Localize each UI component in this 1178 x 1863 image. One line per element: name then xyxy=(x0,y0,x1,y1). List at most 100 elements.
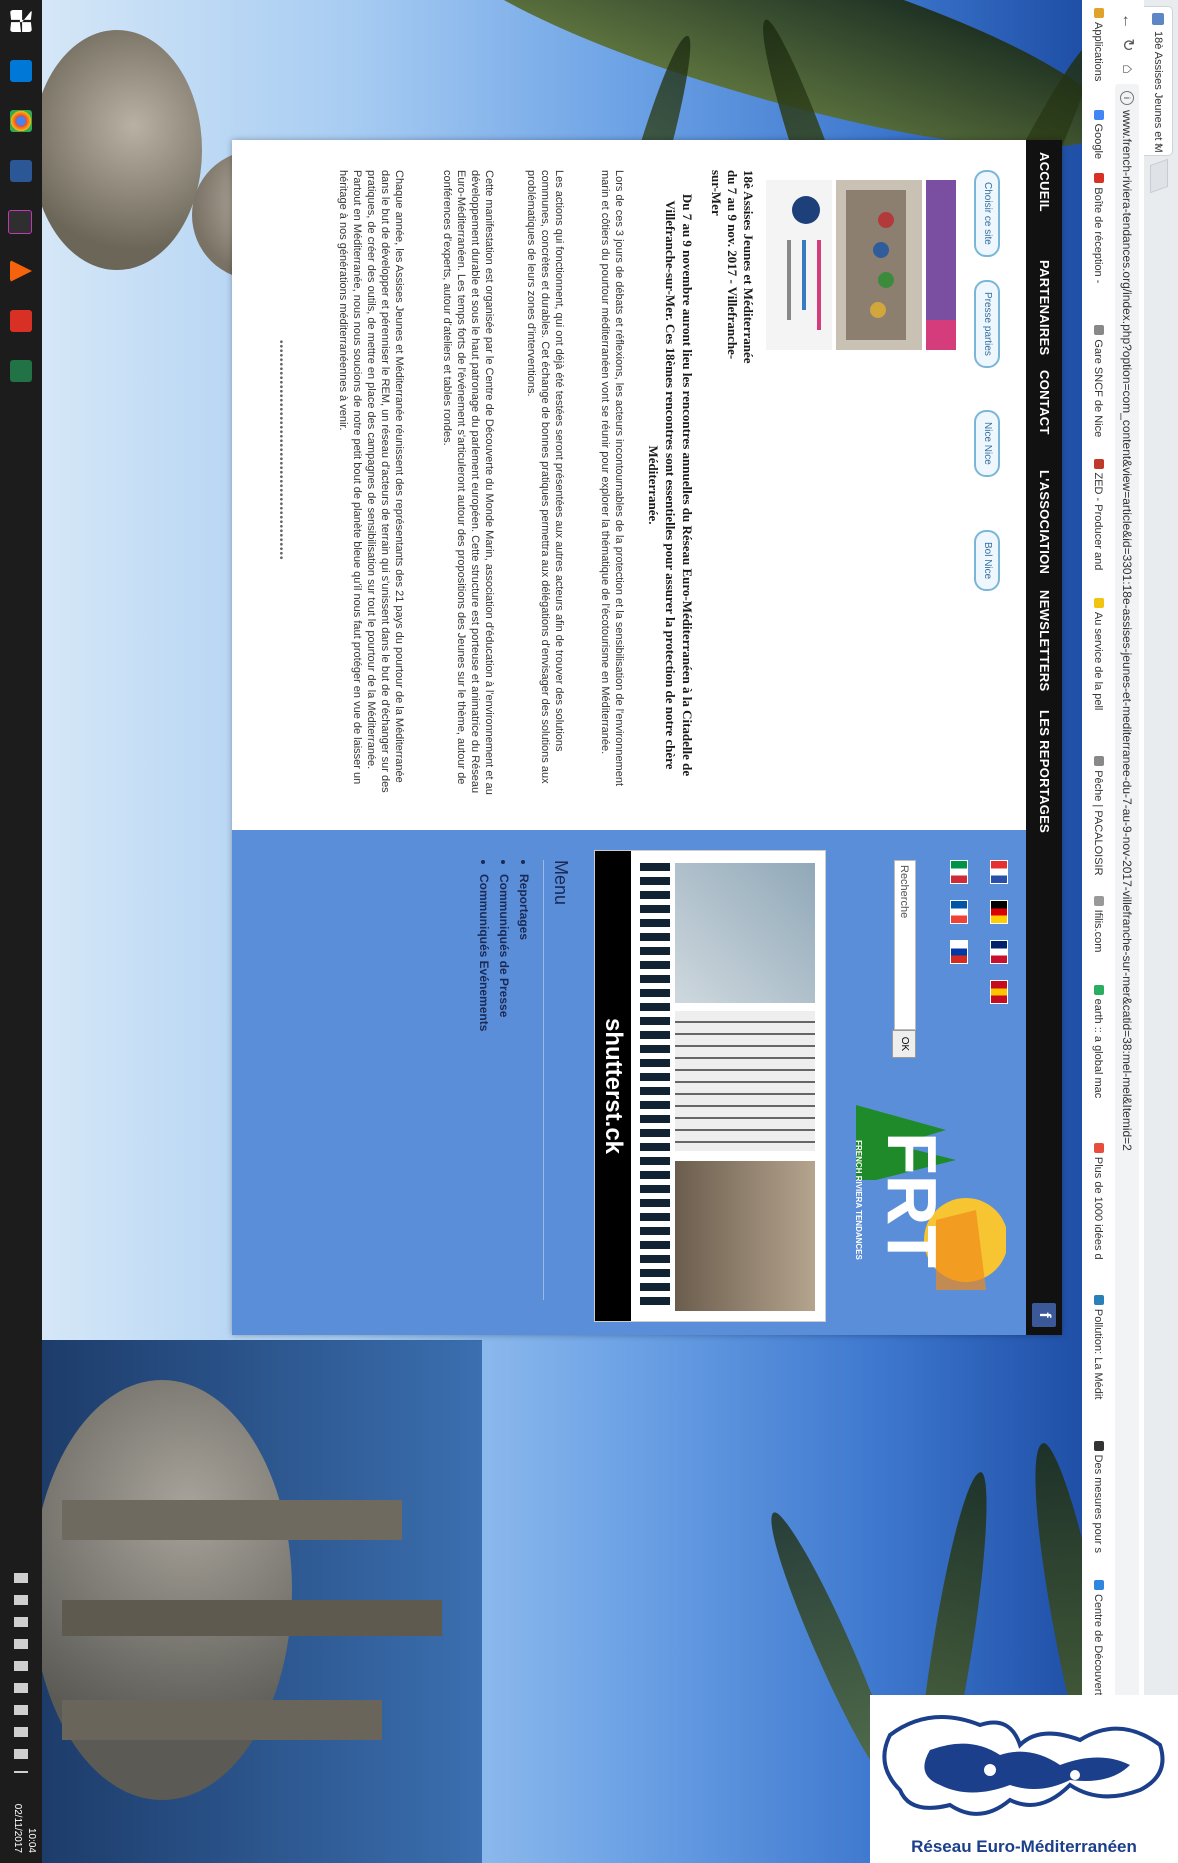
bookmark-icon xyxy=(1094,1580,1104,1590)
search-ok-button[interactable]: OK xyxy=(892,1030,916,1058)
search-input[interactable]: Recherche xyxy=(894,860,916,1030)
outlook-icon[interactable] xyxy=(10,160,32,182)
bookmark-label: Ifilis.com xyxy=(1092,909,1104,953)
menu-item[interactable]: CONTACT xyxy=(1026,370,1062,435)
language-flag-icon[interactable] xyxy=(990,860,1008,884)
browser-tab[interactable]: 18è Assises Jeunes et M × xyxy=(1144,6,1173,156)
clock-time: 10:04 xyxy=(26,1827,37,1853)
bookmark-icon xyxy=(1094,1440,1104,1451)
gmail-icon[interactable] xyxy=(10,310,32,332)
reload-icon[interactable]: ↻ xyxy=(1116,34,1138,56)
bookmark-icon xyxy=(1094,1294,1104,1305)
article-paragraph: Lors de ces 3 jours de débats et réflexi… xyxy=(599,170,625,787)
ad-image-wood xyxy=(675,863,815,1003)
article-subheading: Du 7 au 9 novembre auront lieu les renco… xyxy=(646,193,695,777)
ad-brand: shutterst.ck xyxy=(595,851,631,1321)
sidebar-menu-link[interactable]: Communiqués Evénements xyxy=(477,874,491,1031)
bookmark-item[interactable]: Pêche | PACALOISIR xyxy=(1092,756,1104,876)
frt-logo: FRT FRENCH RIVIERA TENDANCES xyxy=(846,1100,1006,1290)
address-bar[interactable]: i www.french-riviera-tendances.org/index… xyxy=(1115,84,1139,1744)
article-heading: 18è Assises Jeunes et Méditerranée du 7 … xyxy=(709,170,756,364)
sidebar-menu-title: Menu xyxy=(551,860,571,906)
bookmark-label: earth :: a global mac xyxy=(1092,998,1104,1099)
bookmark-item[interactable]: Boîte de réception - xyxy=(1092,173,1104,283)
bookmark-label: Plus de 1000 idées d xyxy=(1092,1156,1104,1260)
bookmark-label: Centre de Découvert xyxy=(1092,1594,1104,1696)
menu-item[interactable]: NEWSLETTERS xyxy=(1026,590,1062,692)
bookmark-label: Applications xyxy=(1092,22,1104,82)
bookmark-item[interactable]: Plus de 1000 idées d xyxy=(1092,1142,1104,1260)
bookmark-icon xyxy=(1094,325,1104,336)
site-favicon-icon xyxy=(1152,13,1164,25)
facebook-icon[interactable]: f xyxy=(1032,1303,1056,1327)
bookmarks-bar: Applications Google Boîte de réception - Ga… xyxy=(1081,0,1110,1863)
bookmark-icon xyxy=(1094,458,1104,469)
bookmark-item[interactable]: Gare SNCF de Nice xyxy=(1092,325,1104,437)
wooden-post xyxy=(62,1500,402,1540)
vlc-icon[interactable] xyxy=(10,260,32,282)
home-icon[interactable]: ⌂ xyxy=(1116,58,1138,80)
ad-image-interior xyxy=(675,1161,815,1311)
sidebar-menu-link[interactable]: Reportages xyxy=(517,874,531,1031)
app-icon[interactable] xyxy=(8,210,32,234)
menu-item[interactable]: LES REPORTAGES xyxy=(1026,710,1062,833)
language-flag-icon[interactable] xyxy=(990,900,1008,924)
separator-dots: ••••••••••••••••••••••••••••••••••••••••… xyxy=(275,340,286,561)
bookmark-item[interactable]: Ifilis.com xyxy=(1092,895,1104,953)
bookmark-item[interactable]: Des mesures pour s xyxy=(1092,1440,1104,1554)
sidebar-menu-link[interactable]: Communiqués de Presse xyxy=(497,874,511,1031)
menu-item[interactable]: L'ASSOCIATION xyxy=(1026,470,1062,574)
new-tab-button[interactable] xyxy=(1150,158,1168,194)
wooden-post xyxy=(62,1600,442,1636)
bookmark-label: Google xyxy=(1092,123,1104,160)
mediterranean-map-icon xyxy=(882,1715,1165,1816)
bookmark-item[interactable]: Au service de la pell xyxy=(1092,597,1104,711)
bookmark-label: Des mesures pour s xyxy=(1092,1454,1104,1554)
bookmark-label: Boîte de réception - xyxy=(1092,187,1104,284)
shutterstock-ad[interactable]: shutterst.ck xyxy=(594,850,826,1322)
sidebar-menu-list: Reportages Communiqués de Presse Communiqu… xyxy=(471,860,531,1031)
site-main-menu: f ACCUEIL PARTENAIRES CONTACT L'ASSOCIATION… xyxy=(1026,140,1062,1335)
language-flag-icon[interactable] xyxy=(950,900,968,924)
bookmark-item[interactable]: Applications xyxy=(1092,8,1104,81)
bookmark-icon xyxy=(1094,8,1104,18)
excel-icon[interactable] xyxy=(10,360,32,382)
wooden-post xyxy=(62,1700,382,1740)
ad-image-cutlery xyxy=(675,1011,815,1151)
back-icon[interactable]: ← xyxy=(1116,10,1138,32)
ad-icon-strip xyxy=(640,863,670,1311)
menu-item[interactable]: ACCUEIL xyxy=(1026,152,1062,212)
language-flag-icon[interactable] xyxy=(990,980,1008,1004)
bookmark-item[interactable]: ZED - Producer and xyxy=(1092,458,1104,570)
screenshot-rotated: 18è Assises Jeunes et M × — ▢ ✕ ← ↻ ⌂ i … xyxy=(0,0,1178,1863)
bookmark-item[interactable]: earth :: a global mac xyxy=(1092,984,1104,1099)
bookmark-item[interactable]: Centre de Découvert xyxy=(1092,1580,1104,1696)
rem-logo-label: Réseau Euro-Méditerranéen xyxy=(911,1837,1137,1856)
bookmark-icon xyxy=(1094,173,1104,184)
share-button[interactable]: Presse parties xyxy=(974,280,1000,368)
site-info-icon[interactable]: i xyxy=(1120,91,1134,105)
bookmark-label: Au service de la pell xyxy=(1092,611,1104,711)
bookmark-item[interactable]: Pollution: La Médit xyxy=(1092,1294,1104,1399)
bookmark-item[interactable]: Google xyxy=(1092,109,1104,160)
logo-caption: FRENCH RIVIERA TENDANCES xyxy=(854,1140,863,1260)
tab-title: 18è Assises Jeunes et M xyxy=(1152,31,1164,153)
article-paragraph: Chaque année, les Assises Jeunes et Médi… xyxy=(337,170,405,793)
tab-strip: 18è Assises Jeunes et M × — ▢ ✕ xyxy=(1143,0,1178,1863)
clock[interactable]: 10:04 02/11/2017 xyxy=(10,1804,38,1853)
chrome-icon[interactable] xyxy=(10,110,32,132)
tab-close-icon[interactable]: × xyxy=(1144,143,1172,149)
bookmark-label: Gare SNCF de Nice xyxy=(1092,339,1104,438)
language-flag-icon[interactable] xyxy=(950,940,968,964)
windows-start-icon[interactable] xyxy=(10,10,32,32)
bookmark-label: Pêche | PACALOISIR xyxy=(1092,770,1104,876)
share-button[interactable]: Nice Nice xyxy=(974,410,1000,477)
language-flag-icon[interactable] xyxy=(950,860,968,884)
language-flag-icon[interactable] xyxy=(990,940,1008,964)
share-button[interactable]: Choisir ce site xyxy=(974,170,1000,257)
share-button[interactable]: Bol Nice xyxy=(974,530,1000,592)
windows-store-icon[interactable] xyxy=(10,60,32,82)
menu-item[interactable]: PARTENAIRES xyxy=(1026,260,1062,356)
system-tray-icons[interactable] xyxy=(14,1573,28,1773)
article-paragraph: Les actions qui fonctionnent, qui ont dé… xyxy=(525,170,565,784)
